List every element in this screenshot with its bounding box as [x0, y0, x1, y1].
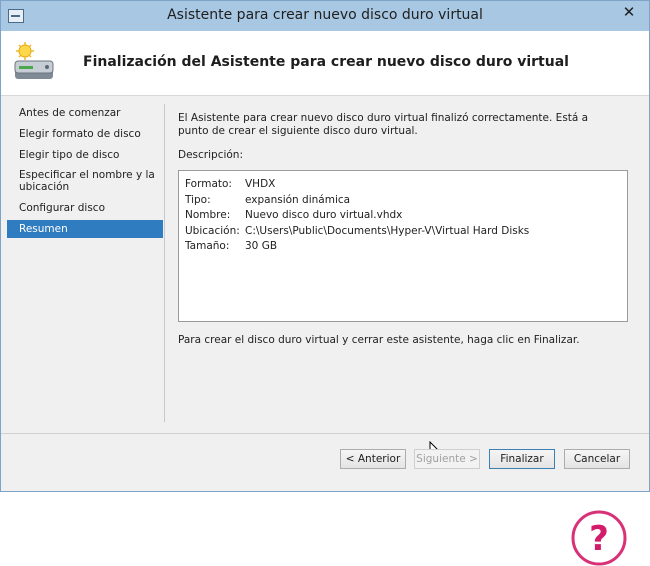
nav-item-formato[interactable]: Elegir formato de disco [7, 125, 163, 143]
detail-key: Tamaño: [185, 240, 230, 252]
detail-key: Formato: [185, 178, 232, 190]
wizard-header: Finalización del Asistente para crear nu… [1, 31, 649, 96]
nav-item-resumen[interactable]: Resumen [7, 220, 163, 238]
title-bar[interactable]: Asistente para crear nuevo disco duro vi… [1, 1, 649, 31]
detail-row: Nombre: Nuevo disco duro virtual.vhdx [185, 208, 621, 224]
finish-button[interactable]: Finalizar [489, 449, 555, 469]
detail-key: Ubicación: [185, 224, 240, 237]
virtual-disk-sparkle-icon [14, 42, 54, 79]
page-title: Finalización del Asistente para crear nu… [83, 54, 569, 70]
next-button[interactable]: Siguiente > [414, 449, 480, 469]
detail-value: C:\Users\Public\Documents\Hyper-V\Virtua… [245, 224, 530, 237]
wizard-body: Antes de comenzar Elegir formato de disc… [1, 96, 649, 566]
cancel-button[interactable]: Cancelar [564, 449, 630, 469]
nav-item-configurar[interactable]: Configurar disco [7, 199, 163, 217]
summary-content: El Asistente para crear nuevo disco duro… [178, 112, 628, 322]
detail-value: expansión dinámica [245, 193, 351, 206]
footer-divider [1, 433, 649, 434]
description-label: Descripción: [178, 149, 243, 161]
description-box[interactable]: Formato: VHDX Tipo: expansión dinámica N… [178, 170, 628, 322]
nav-item-nombre-ubicacion[interactable]: Especificar el nombre y la ubicación [7, 167, 163, 196]
detail-value: 30 GB [245, 240, 278, 252]
window-title: Asistente para crear nuevo disco duro vi… [167, 7, 483, 23]
detail-row: Ubicación: C:\Users\Public\Documents\Hyp… [185, 224, 621, 240]
wizard-window: Asistente para crear nuevo disco duro vi… [0, 0, 650, 566]
watermark-logo-icon: ? [571, 510, 627, 566]
detail-row: Formato: VHDX [185, 177, 621, 193]
nav-divider [164, 104, 165, 422]
completion-message: El Asistente para crear nuevo disco duro… [178, 112, 589, 137]
detail-row: Tipo: expansión dinámica [185, 193, 621, 209]
svg-text:?: ? [589, 519, 609, 559]
detail-value: Nuevo disco duro virtual.vhdx [245, 209, 403, 221]
detail-value: VHDX [245, 178, 276, 190]
close-button[interactable]: ✕ [615, 1, 643, 23]
nav-item-antes[interactable]: Antes de comenzar [7, 104, 163, 122]
previous-button[interactable]: < Anterior [340, 449, 406, 469]
step-navigation: Antes de comenzar Elegir formato de disc… [7, 104, 163, 241]
detail-key: Nombre: [185, 209, 231, 221]
finish-instruction: Para crear el disco duro virtual y cerra… [178, 334, 580, 346]
detail-row: Tamaño: 30 GB [185, 239, 621, 255]
detail-key: Tipo: [185, 193, 211, 206]
nav-item-tipo[interactable]: Elegir tipo de disco [7, 146, 163, 164]
